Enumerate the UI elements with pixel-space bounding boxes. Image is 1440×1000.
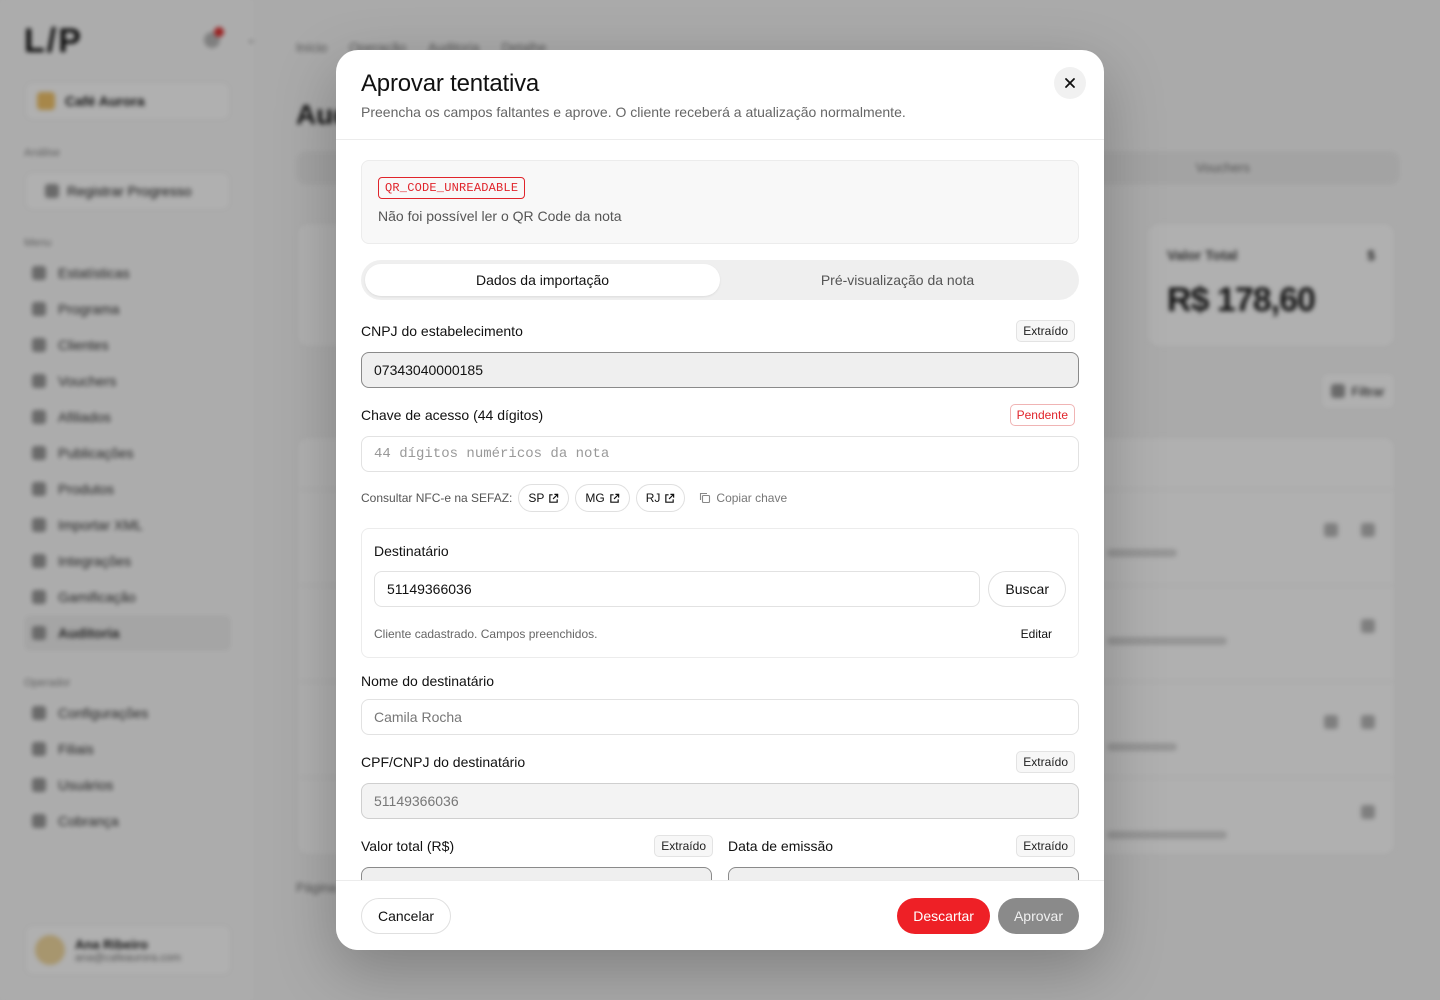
cnpj-label: CNPJ do estabelecimento <box>361 323 523 339</box>
cancel-button[interactable]: Cancelar <box>361 897 452 934</box>
access-key-field-group: Chave de acesso (44 dígitos) Pendente <box>361 404 1079 472</box>
dialog-body: QR_CODE_UNREADABLE Não foi possível ler … <box>336 140 1104 880</box>
recipient-doc-input[interactable] <box>361 783 1079 819</box>
dialog-header: Aprovar tentativa Preencha os campos fal… <box>336 50 1104 140</box>
sefaz-state-label: SP <box>528 491 545 505</box>
access-key-input[interactable] <box>361 436 1079 472</box>
copy-key-label: Copiar chave <box>716 491 788 505</box>
sefaz-label: Consultar NFC-e na SEFAZ: <box>361 491 513 505</box>
total-value-field-group: Valor total (R$) Extraído <box>361 835 713 880</box>
approve-attempt-dialog: Aprovar tentativa Preencha os campos fal… <box>336 50 1104 950</box>
sefaz-state-label: RJ <box>645 491 661 505</box>
external-link-icon <box>549 493 559 503</box>
recipient-title: Destinatário <box>374 543 449 559</box>
sefaz-links: Consultar NFC-e na SEFAZ: SP MG RJ Copia… <box>361 484 1079 512</box>
recipient-search-input[interactable] <box>374 571 981 607</box>
dialog-title: Aprovar tentativa <box>361 70 540 97</box>
recipient-name-field-group: Nome do destinatário <box>361 673 1079 735</box>
recipient-name-input[interactable] <box>361 699 1079 735</box>
sefaz-state-label: MG <box>585 491 605 505</box>
tab-invoice-preview[interactable]: Pré-visualização da nota <box>720 264 1075 296</box>
sefaz-mg-link[interactable]: MG <box>575 484 630 512</box>
error-message: Não foi possível ler o QR Code da nota <box>378 208 622 224</box>
total-value-input[interactable] <box>361 867 712 880</box>
close-icon <box>1065 78 1075 88</box>
approve-button[interactable]: Aprovar <box>997 897 1079 934</box>
discard-button[interactable]: Descartar <box>897 897 990 934</box>
recipient-name-label: Nome do destinatário <box>361 673 495 689</box>
recipient-hint: Cliente cadastrado. Campos preenchidos. <box>374 627 598 641</box>
external-link-icon <box>665 493 675 503</box>
pending-badge: Pendente <box>1009 404 1075 426</box>
edit-recipient-button[interactable]: Editar <box>1021 627 1066 641</box>
copy-key-button[interactable]: Copiar chave <box>699 491 787 505</box>
error-alert: QR_CODE_UNREADABLE Não foi possível ler … <box>361 160 1079 244</box>
extracted-badge: Extraído <box>654 835 713 857</box>
extracted-badge: Extraído <box>1016 835 1075 857</box>
close-button[interactable] <box>1054 67 1086 99</box>
extracted-badge: Extraído <box>1016 751 1075 773</box>
extracted-badge: Extraído <box>1016 320 1075 342</box>
issue-date-field-group: Data de emissão Extraído <box>728 835 1079 880</box>
search-recipient-button[interactable]: Buscar <box>988 571 1066 607</box>
cnpj-field-group: CNPJ do estabelecimento Extraído <box>361 320 1079 388</box>
dialog-tabs: Dados da importação Pré-visualização da … <box>361 260 1079 300</box>
cnpj-input[interactable] <box>361 352 1079 388</box>
tab-import-data[interactable]: Dados da importação <box>365 264 720 296</box>
recipient-section: Destinatário Buscar Cliente cadastrado. … <box>361 528 1079 658</box>
total-value-label: Valor total (R$) <box>361 838 455 854</box>
external-link-icon <box>609 493 619 503</box>
issue-date-label: Data de emissão <box>728 838 834 854</box>
access-key-label: Chave de acesso (44 dígitos) <box>361 407 544 423</box>
recipient-doc-field-group: CPF/CNPJ do destinatário Extraído <box>361 751 1079 819</box>
footer-actions: Descartar Aprovar <box>897 897 1079 934</box>
sefaz-sp-link[interactable]: SP <box>518 484 570 512</box>
copy-icon <box>700 492 711 504</box>
recipient-doc-label: CPF/CNPJ do destinatário <box>361 754 526 770</box>
error-code-badge: QR_CODE_UNREADABLE <box>378 177 526 199</box>
value-date-row: Valor total (R$) Extraído Data de emissã… <box>361 835 1079 880</box>
sefaz-rj-link[interactable]: RJ <box>635 484 686 512</box>
issue-date-input[interactable] <box>728 867 1079 880</box>
dialog-description: Preencha os campos faltantes e aprove. O… <box>361 104 906 120</box>
dialog-footer: Cancelar Descartar Aprovar <box>336 880 1104 950</box>
